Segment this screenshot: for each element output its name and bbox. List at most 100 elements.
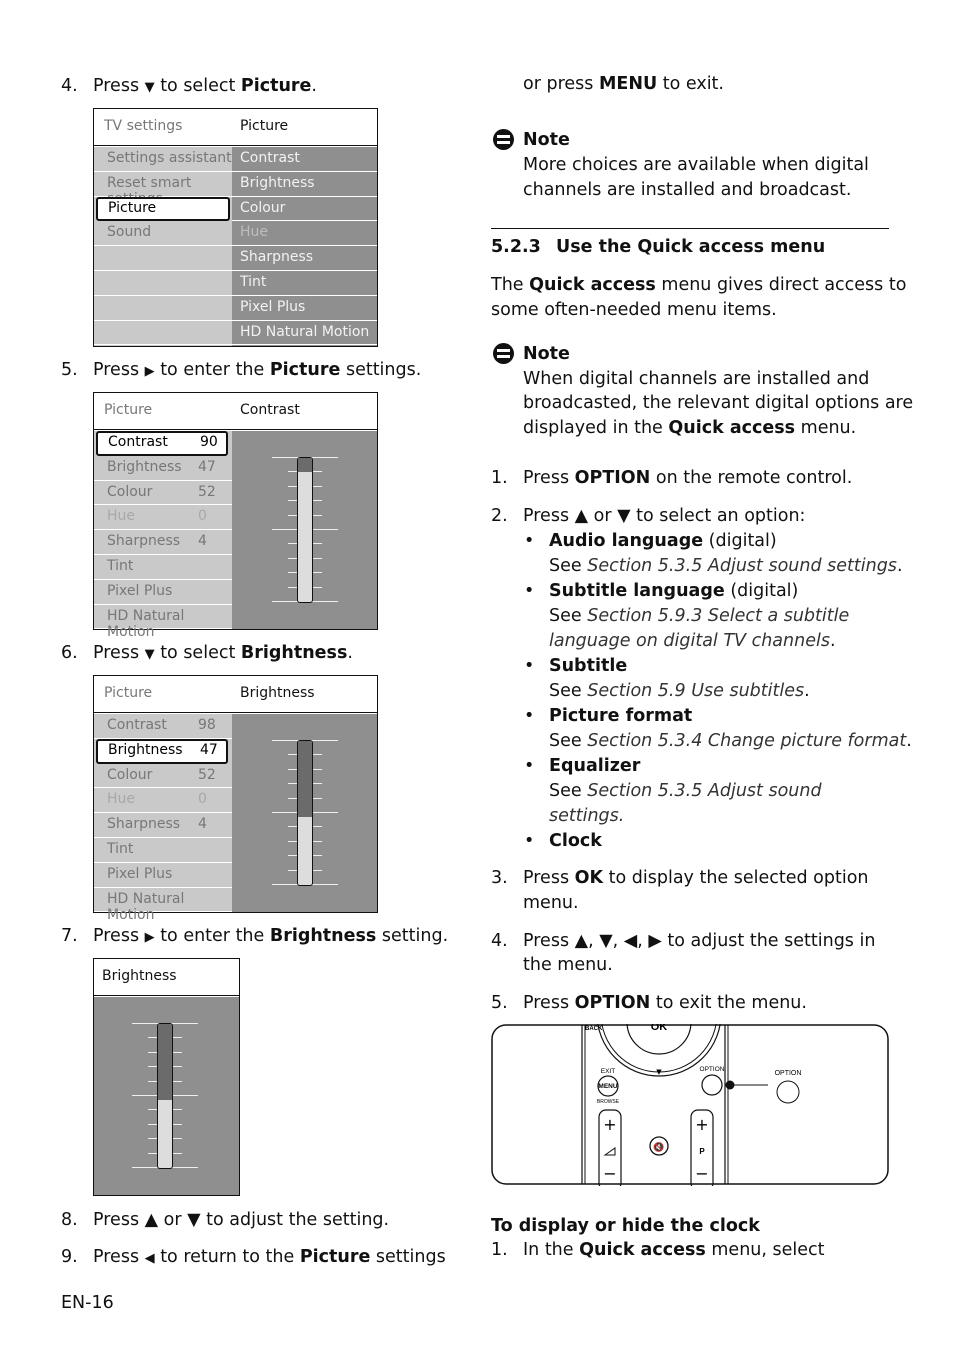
- menu-item-hd-natural-motion[interactable]: HD Natural Motion: [94, 605, 232, 640]
- option-label: OPTION: [700, 1066, 725, 1073]
- see-label: See: [549, 556, 588, 576]
- menu-item-colour[interactable]: Colour 52: [94, 764, 232, 789]
- menu-item-contrast[interactable]: Contrast: [232, 147, 377, 172]
- menu-item-reset-smart-settings[interactable]: Reset smart settings: [94, 172, 232, 207]
- bullet: •: [524, 831, 535, 851]
- option-reference: See Section 5.9.3 Select a subtitle: [549, 604, 849, 628]
- menu-item-hd-natural-motion[interactable]: HD Natural Motion: [94, 888, 232, 923]
- exit-line: or press MENU to exit.: [523, 74, 724, 94]
- quick-step-4-cont: the menu.: [523, 955, 613, 975]
- menu-item-settings-assistant[interactable]: Settings assistant: [94, 147, 232, 172]
- menu-item-label: Hue: [107, 791, 136, 808]
- picture-contrast-menu: Picture Contrast Contrast 90 Brightness 47 Col…: [93, 392, 378, 640]
- menu-body: Contrast 98 Brightness 47 Colour 52 Hue 0 Sharpn…: [94, 714, 377, 923]
- menu-item-brightness[interactable]: Brightness 47: [96, 738, 228, 764]
- menu-item-value: 98: [198, 717, 216, 733]
- menu-header-left: Picture: [104, 402, 153, 418]
- menu-item-brightness[interactable]: Brightness: [232, 172, 377, 197]
- value-slider[interactable]: [297, 457, 313, 603]
- menu-item-value: 47: [200, 741, 218, 758]
- menu-item-hue[interactable]: Hue 0: [94, 788, 232, 814]
- slider-fill: [158, 1024, 172, 1101]
- menu-item-value: 90: [200, 434, 218, 450]
- tv-settings-menu: TV settings Picture Settings assistant Rese…: [93, 108, 378, 347]
- step-4-text: Press ▼ to select Picture.: [93, 76, 317, 96]
- menu-item-label: Tint: [240, 274, 267, 290]
- note-text: broadcasted, the relevant digital option…: [523, 393, 914, 413]
- menu-item-pixel-plus[interactable]: Pixel Plus: [94, 580, 232, 605]
- menu-item-value: 0: [198, 508, 207, 525]
- see-label: See: [549, 606, 588, 626]
- menu-item-hue[interactable]: Hue 0: [94, 505, 232, 531]
- menu-item-contrast[interactable]: Contrast 98: [94, 714, 232, 739]
- clock-step-1: In the Quick access menu, select: [523, 1240, 825, 1260]
- step-8-text: Press ▲ or ▼ to adjust the setting.: [93, 1210, 390, 1230]
- option-name: Subtitle language: [549, 581, 725, 601]
- menu-item-label: Contrast: [108, 434, 168, 450]
- exit-label: EXIT: [601, 1068, 615, 1075]
- menu-item-contrast[interactable]: Contrast 90: [96, 431, 228, 456]
- menu-item-colour[interactable]: Colour 52: [94, 481, 232, 506]
- menu-item-hue[interactable]: Hue: [232, 221, 377, 247]
- value-slider[interactable]: [297, 740, 313, 886]
- menu-item-label: Tint: [107, 841, 134, 857]
- menu-item-tint[interactable]: Tint: [232, 271, 377, 296]
- menu-item-empty[interactable]: [94, 246, 232, 271]
- slider-fill: [298, 741, 312, 818]
- menu-item-sharpness[interactable]: Sharpness: [232, 246, 377, 271]
- option-item: Clock: [549, 829, 602, 853]
- section-link: Section 5.3.4 Change picture format: [587, 731, 907, 751]
- option-suffix: (digital): [703, 531, 777, 551]
- menu-item-empty[interactable]: [94, 321, 232, 346]
- menu-item-pixel-plus[interactable]: Pixel Plus: [232, 296, 377, 321]
- step-number: 1.: [491, 1240, 508, 1260]
- bullet: •: [524, 531, 535, 551]
- step-number: 2.: [491, 506, 508, 526]
- step-number: 6.: [61, 643, 78, 663]
- menu-item-colour[interactable]: Colour: [232, 197, 377, 222]
- step-number: 5.: [491, 993, 508, 1013]
- clock-heading: To display or hide the clock: [491, 1216, 760, 1236]
- punct: .: [829, 631, 836, 651]
- menu-item-label: Colour: [107, 483, 153, 500]
- menu-item-value: 47: [198, 458, 216, 475]
- step-number: 8.: [61, 1210, 78, 1230]
- menu-item-empty[interactable]: [94, 271, 232, 296]
- menu-item-sound[interactable]: Sound: [94, 221, 232, 247]
- option-name: Picture format: [549, 706, 693, 726]
- menu-item-pixel-plus[interactable]: Pixel Plus: [94, 863, 232, 888]
- section-title: Use the Quick access menu: [556, 237, 826, 257]
- menu-header-right: Brightness: [240, 685, 315, 701]
- intro-text: some often-needed menu items.: [491, 300, 777, 320]
- menu-item-hd-natural-motion[interactable]: HD Natural Motion: [232, 321, 377, 346]
- punct: .: [906, 731, 912, 751]
- menu-item-label: Sound: [107, 224, 152, 241]
- section-link: Section 5.3.5 Adjust sound settings: [587, 556, 897, 576]
- menu-item-sharpness[interactable]: Sharpness 4: [94, 530, 232, 555]
- menu-item-value: 52: [198, 766, 216, 783]
- option-reference: See Section 5.9 Use subtitles.: [549, 679, 810, 703]
- menu-item-label: HD Natural Motion: [107, 607, 185, 640]
- menu-item-tint[interactable]: Tint: [94, 838, 232, 863]
- manual-page: 4. Press ▼ to select Picture. 5. Press ▶…: [0, 0, 954, 1350]
- note-text: displayed in the Quick access menu.: [523, 418, 857, 438]
- menu-header-title: Brightness: [102, 968, 177, 984]
- note-text: channels are installed and broadcast.: [523, 180, 852, 200]
- step-7-text: Press ▶ to enter the Brightness setting.: [93, 926, 449, 946]
- menu-item-value: 4: [198, 533, 207, 550]
- menu-item-tint[interactable]: Tint: [94, 555, 232, 580]
- menu-item-empty[interactable]: [94, 296, 232, 321]
- note-icon: [493, 129, 514, 150]
- down-arrow-icon: ▼: [656, 1068, 662, 1076]
- ok-label: OK: [651, 1024, 668, 1033]
- menu-item-sharpness[interactable]: Sharpness 4: [94, 813, 232, 838]
- menu-item-picture[interactable]: Picture: [96, 196, 230, 222]
- step-number: 3.: [491, 868, 508, 888]
- menu-item-brightness[interactable]: Brightness 47: [94, 456, 232, 481]
- program-minus: −: [695, 1164, 708, 1183]
- menu-item-label: Colour: [107, 766, 153, 783]
- quick-step-3-cont: menu.: [523, 893, 579, 913]
- step-5-text: Press ▶ to enter the Picture settings.: [93, 360, 422, 380]
- menu-item-label: HD Natural Motion: [107, 890, 185, 923]
- value-slider[interactable]: [157, 1023, 173, 1169]
